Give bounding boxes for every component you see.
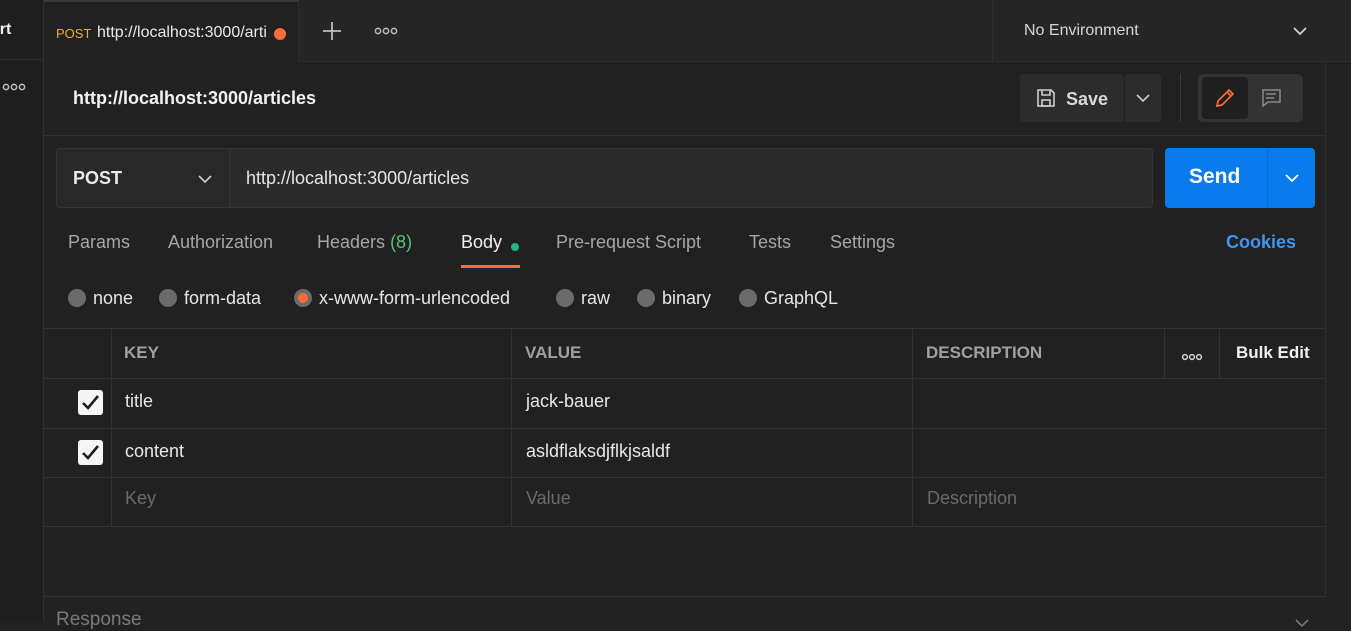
tab-method: POST	[56, 26, 92, 41]
params-table: KEY VALUE DESCRIPTION Bulk Edit title ja…	[44, 328, 1326, 528]
radio-button[interactable]	[68, 289, 86, 307]
method-select[interactable]: POST	[56, 148, 230, 208]
active-tab-underline	[461, 265, 520, 268]
row-checkbox[interactable]	[78, 440, 103, 465]
tab-body[interactable]: Body	[461, 232, 502, 268]
radio-label: raw	[581, 288, 611, 308]
radio-label: GraphQL	[764, 288, 839, 308]
request-tab[interactable]: POST http://localhost:3000/articles	[44, 0, 299, 62]
save-button[interactable]: Save	[1020, 74, 1124, 122]
tab-bar: POST http://localhost:3000/articles No E…	[44, 0, 1351, 62]
new-tab-plus-icon[interactable]	[320, 19, 344, 43]
value-placeholder[interactable]: Value	[526, 488, 571, 509]
chevron-down-icon	[1285, 174, 1299, 183]
table-more-icon[interactable]	[1181, 349, 1203, 367]
save-button-label: Save	[1066, 89, 1109, 109]
checkmark-icon	[82, 395, 99, 410]
row-key[interactable]: content	[125, 441, 184, 462]
description-placeholder[interactable]: Description	[927, 488, 1017, 509]
left-sidebar: ort	[0, 0, 44, 622]
row-key[interactable]: title	[125, 391, 153, 412]
chevron-down-icon	[1136, 94, 1150, 103]
body-indicator-dot	[511, 243, 519, 251]
column-header-description: DESCRIPTION	[926, 343, 1043, 362]
divider	[111, 328, 112, 527]
request-title[interactable]: http://localhost:3000/articles	[73, 88, 316, 109]
save-icon	[1035, 87, 1057, 109]
response-label: Response	[56, 609, 142, 630]
tab-params[interactable]: Params	[68, 232, 130, 268]
method-label: POST	[73, 168, 123, 188]
tab-tests[interactable]: Tests	[749, 232, 791, 268]
divider	[44, 428, 1326, 429]
send-button-label: Send	[1189, 165, 1241, 188]
cookies-link[interactable]: Cookies	[1226, 232, 1296, 253]
view-mode-toggle	[1198, 74, 1303, 122]
tab-pre-request-script[interactable]: Pre-request Script	[556, 232, 701, 268]
import-button-label: ort	[0, 21, 12, 38]
send-dropdown-button[interactable]	[1267, 148, 1315, 208]
radio-button[interactable]	[739, 289, 757, 307]
tab-headers-label: Headers	[317, 232, 386, 252]
divider	[44, 526, 1326, 527]
url-input-wrapper	[229, 148, 1153, 208]
comment-icon[interactable]	[1260, 87, 1282, 114]
radio-label: x-www-form-urlencoded	[319, 288, 511, 308]
chevron-down-icon	[1291, 22, 1309, 40]
chevron-down-icon	[1295, 619, 1309, 628]
divider	[44, 477, 1326, 478]
row-checkbox[interactable]	[78, 390, 103, 415]
column-header-key: KEY	[124, 343, 159, 362]
headers-count-badge: (8)	[390, 232, 413, 252]
radio-label: none	[93, 288, 134, 308]
tab-headers[interactable]: Headers (8)	[317, 232, 412, 268]
divider	[44, 378, 1326, 379]
import-button[interactable]: ort	[0, 0, 44, 60]
key-placeholder[interactable]: Key	[125, 488, 156, 509]
radio-button-selected[interactable]	[294, 289, 312, 307]
divider	[1180, 74, 1181, 122]
unsaved-dot-icon[interactable]	[274, 28, 286, 40]
edit-mode-button[interactable]	[1202, 77, 1248, 119]
send-button[interactable]: Send	[1165, 148, 1267, 208]
row-value[interactable]: asldflaksdjflkjsaldf	[526, 441, 670, 462]
radio-button[interactable]	[556, 289, 574, 307]
divider	[44, 328, 1326, 329]
bulk-edit-button[interactable]: Bulk Edit	[1236, 343, 1310, 363]
radio-label: form-data	[184, 288, 262, 308]
divider	[511, 328, 512, 527]
divider	[1219, 328, 1220, 378]
more-horizontal-icon[interactable]	[2, 80, 28, 100]
tab-settings[interactable]: Settings	[830, 232, 895, 268]
request-panel: http://localhost:3000/articles Save POST…	[44, 62, 1326, 630]
environment-selector[interactable]: No Environment	[992, 0, 1351, 62]
request-header: http://localhost:3000/articles Save	[44, 62, 1326, 136]
radio-button[interactable]	[159, 289, 177, 307]
row-value[interactable]: jack-bauer	[526, 391, 610, 412]
tab-url: http://localhost:3000/articles	[97, 24, 267, 41]
url-input[interactable]	[230, 149, 1152, 207]
checkmark-icon	[82, 445, 99, 460]
chevron-down-icon	[198, 175, 212, 184]
radio-button[interactable]	[637, 289, 655, 307]
divider	[1164, 328, 1165, 378]
tab-authorization[interactable]: Authorization	[168, 232, 273, 268]
pencil-icon	[1215, 88, 1235, 108]
save-dropdown-button[interactable]	[1125, 74, 1161, 122]
tab-more-icon[interactable]	[374, 22, 398, 40]
divider	[912, 328, 913, 527]
radio-label: binary	[662, 288, 712, 308]
column-header-value: VALUE	[525, 343, 582, 362]
environment-label: No Environment	[1024, 22, 1139, 39]
